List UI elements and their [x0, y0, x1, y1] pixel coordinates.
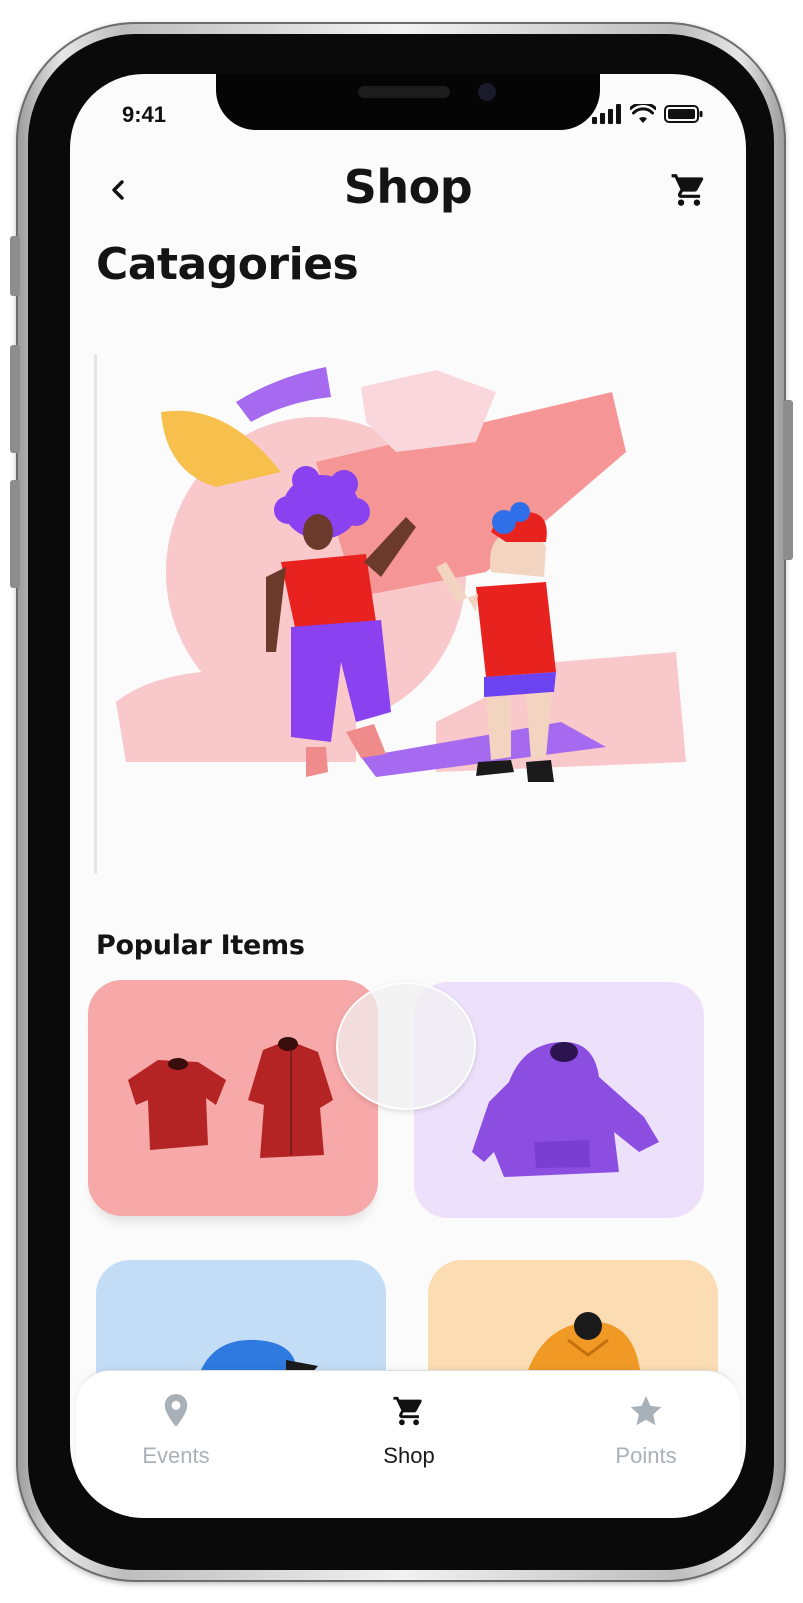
- nav-item-shop[interactable]: Shop: [339, 1393, 479, 1483]
- nav-label-points: Points: [615, 1443, 677, 1468]
- speaker-grille: [358, 86, 450, 98]
- page-title: Shop: [343, 160, 473, 214]
- status-time: 9:41: [122, 102, 167, 127]
- categories-title: Catagories: [96, 239, 359, 290]
- silent-switch: [10, 236, 20, 296]
- popular-items-title: Popular Items: [96, 930, 305, 961]
- location-pin-icon: [164, 1394, 188, 1427]
- bottom-navigation: Events Shop Points: [76, 1370, 740, 1518]
- popular-item-card-red-shirts[interactable]: [88, 980, 378, 1216]
- carousel-scroll-indicator: [94, 354, 97, 874]
- status-icons: [592, 104, 704, 124]
- volume-up-button: [10, 345, 20, 453]
- front-camera: [478, 83, 496, 101]
- battery-icon: [664, 105, 703, 123]
- cart-icon: [393, 1396, 422, 1426]
- tap-indicator: [336, 982, 476, 1110]
- nav-label-shop: Shop: [383, 1443, 435, 1468]
- star-icon: [630, 1396, 662, 1426]
- app-screen: 9:41 Shop Catagories Popular Items Event…: [70, 74, 746, 1518]
- signal-icon: [592, 104, 621, 124]
- red-shirts-image: [128, 1037, 333, 1158]
- cart-icon: [671, 174, 704, 206]
- cart-button[interactable]: [670, 170, 708, 210]
- categories-hero-illustration[interactable]: [106, 362, 726, 834]
- power-button: [783, 400, 793, 560]
- notch: [216, 74, 600, 130]
- volume-down-button: [10, 480, 20, 588]
- wifi-icon: [630, 104, 656, 123]
- nav-item-events[interactable]: Events: [106, 1393, 246, 1483]
- nav-label-events: Events: [142, 1443, 210, 1468]
- nav-item-points[interactable]: Points: [576, 1393, 716, 1483]
